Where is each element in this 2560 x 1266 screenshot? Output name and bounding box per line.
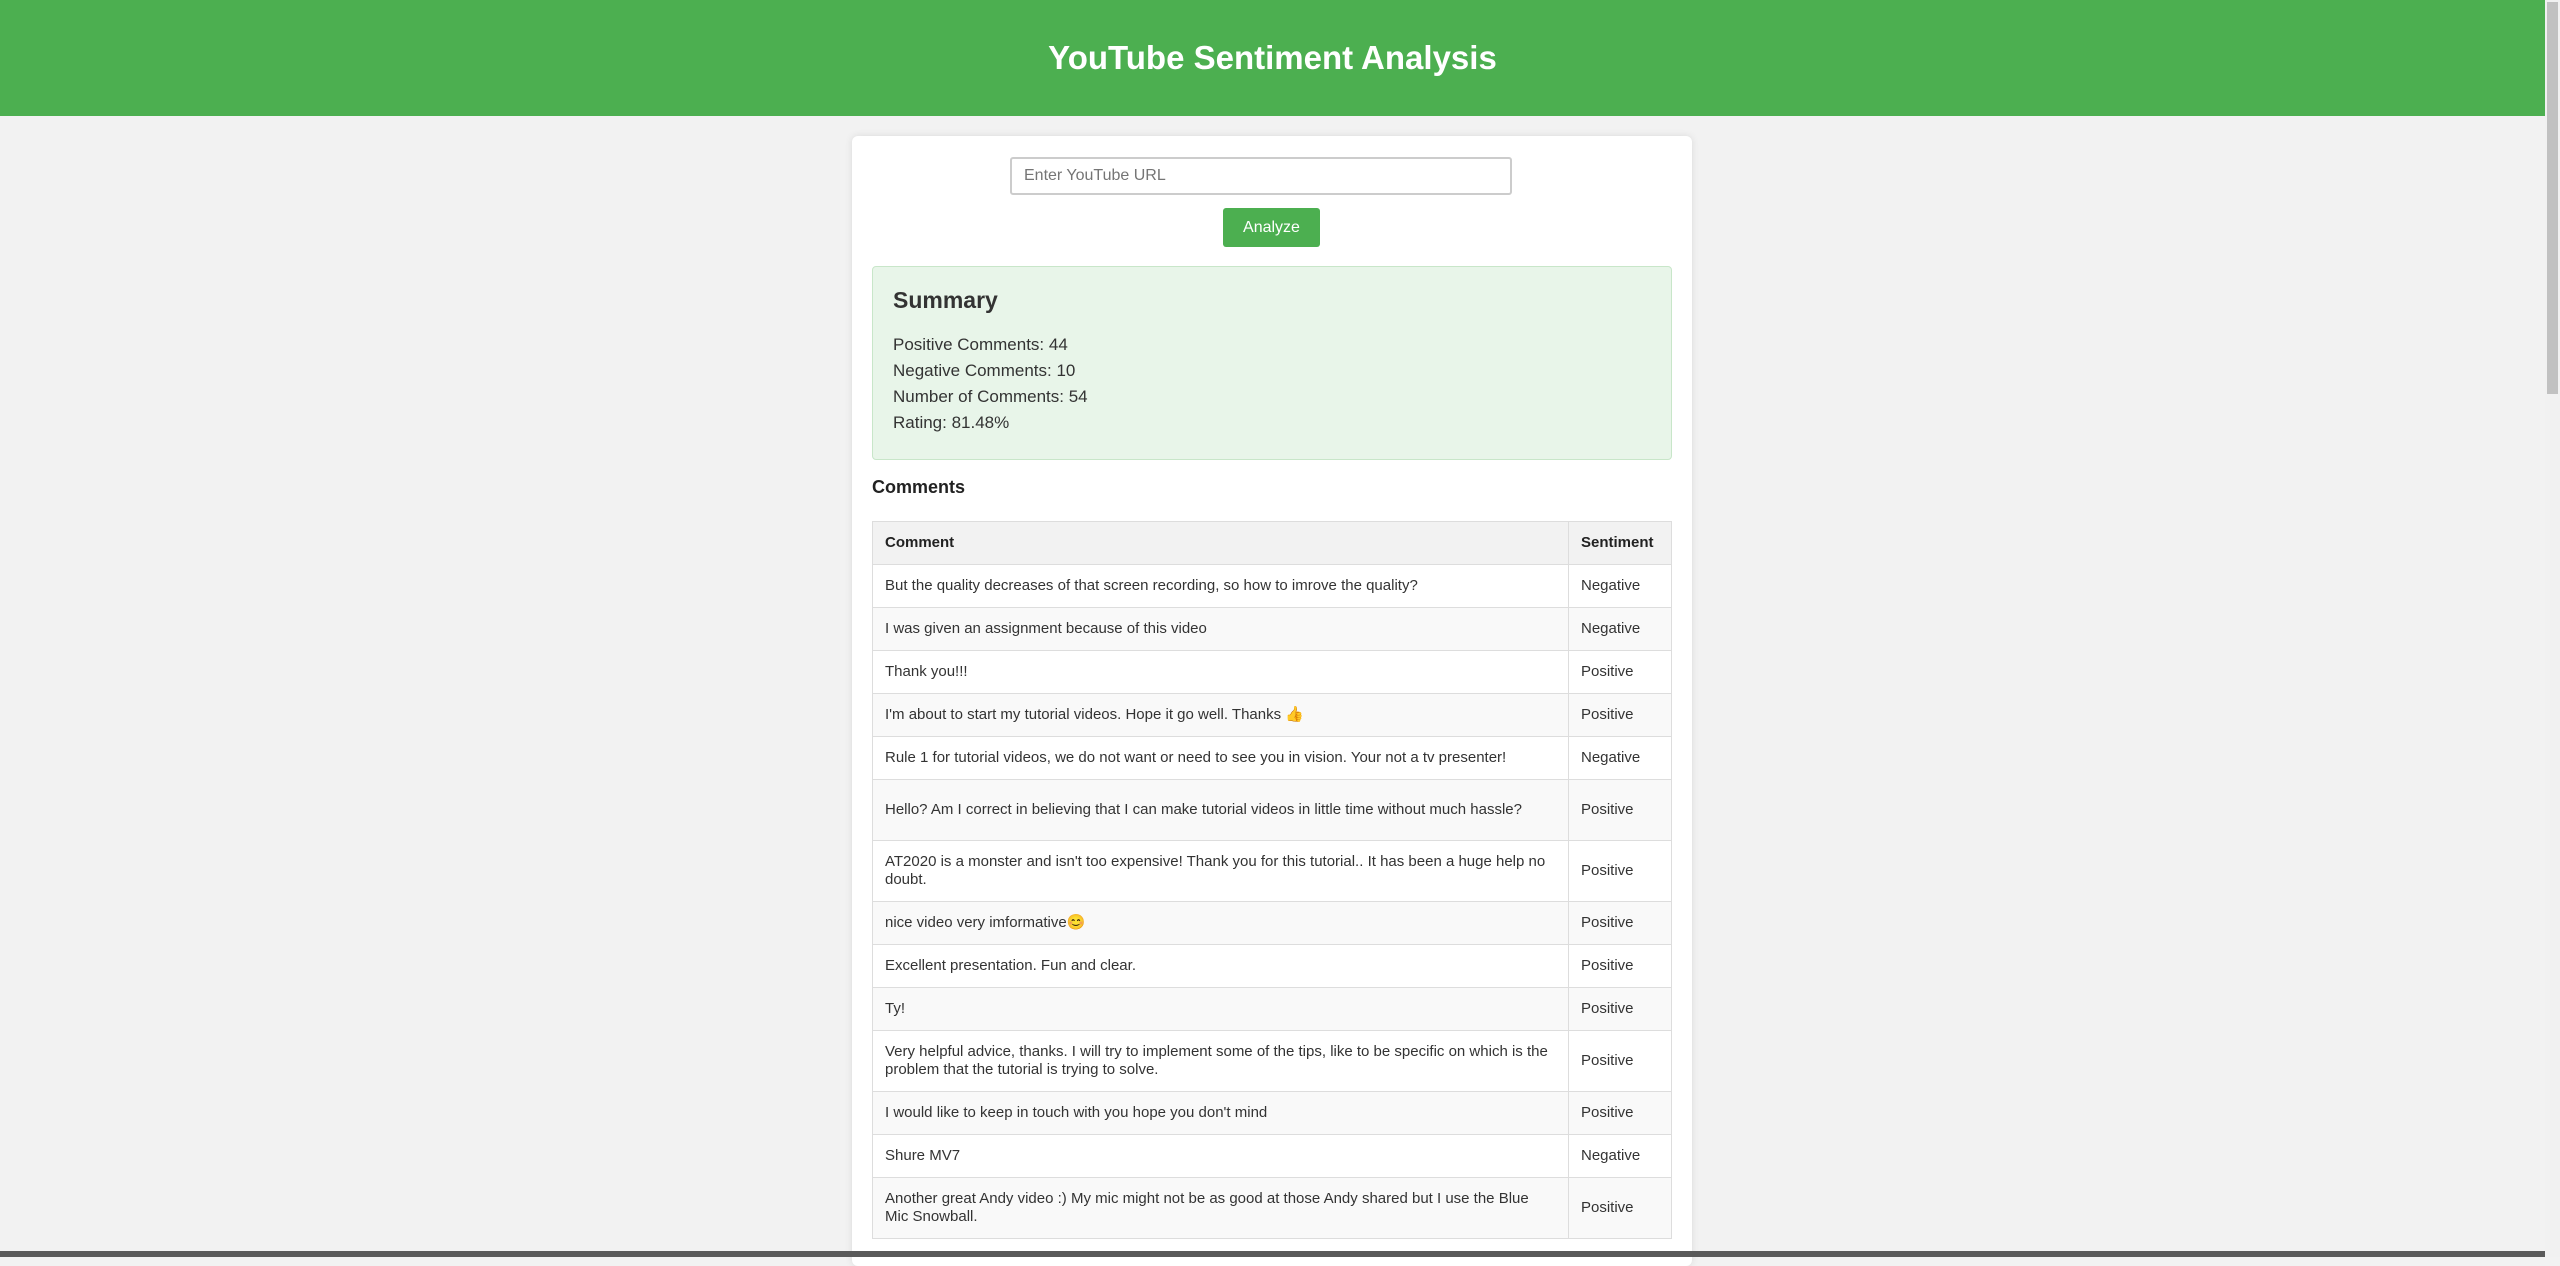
table-row: Another great Andy video :) My mic might… bbox=[872, 1177, 1672, 1239]
bottom-edge-bar bbox=[0, 1251, 2545, 1257]
comment-cell: I would like to keep in touch with you h… bbox=[872, 1091, 1569, 1135]
sentiment-cell: Positive bbox=[1568, 779, 1672, 841]
table-row: Excellent presentation. Fun and clear. P… bbox=[872, 944, 1672, 988]
main-card: Analyze Summary Positive Comments: 44 Ne… bbox=[852, 136, 1692, 1266]
table-row: Ty! Positive bbox=[872, 987, 1672, 1031]
page-header: YouTube Sentiment Analysis bbox=[0, 0, 2545, 116]
comment-cell: Ty! bbox=[872, 987, 1569, 1031]
comment-cell: Another great Andy video :) My mic might… bbox=[872, 1177, 1569, 1239]
column-header-comment: Comment bbox=[872, 521, 1569, 565]
comment-cell: Thank you!!! bbox=[872, 650, 1569, 694]
comment-cell: But the quality decreases of that screen… bbox=[872, 564, 1569, 608]
total-comments-count: Number of Comments: 54 bbox=[893, 387, 1088, 406]
comment-cell: nice video very imformative😊 bbox=[872, 901, 1569, 945]
youtube-url-input[interactable] bbox=[1010, 157, 1512, 195]
table-row: I was given an assignment because of thi… bbox=[872, 607, 1672, 651]
analyze-button[interactable]: Analyze bbox=[1223, 208, 1320, 247]
page-title: YouTube Sentiment Analysis bbox=[1048, 39, 1497, 76]
sentiment-cell: Positive bbox=[1568, 987, 1672, 1031]
summary-title: Summary bbox=[893, 287, 998, 313]
comment-cell: Excellent presentation. Fun and clear. bbox=[872, 944, 1569, 988]
sentiment-cell: Negative bbox=[1568, 1134, 1672, 1178]
positive-comments-count: Positive Comments: 44 bbox=[893, 335, 1068, 354]
table-row: Very helpful advice, thanks. I will try … bbox=[872, 1030, 1672, 1092]
comment-cell: AT2020 is a monster and isn't too expens… bbox=[872, 840, 1569, 902]
comments-title: Comments bbox=[872, 477, 966, 497]
table-row: nice video very imformative😊 Positive bbox=[872, 901, 1672, 945]
table-row: Rule 1 for tutorial videos, we do not wa… bbox=[872, 736, 1672, 780]
comment-cell: I'm about to start my tutorial videos. H… bbox=[872, 693, 1569, 737]
sentiment-cell: Positive bbox=[1568, 901, 1672, 945]
sentiment-cell: Positive bbox=[1568, 840, 1672, 902]
sentiment-cell: Positive bbox=[1568, 693, 1672, 737]
sentiment-cell: Negative bbox=[1568, 736, 1672, 780]
column-header-sentiment: Sentiment bbox=[1568, 521, 1672, 565]
sentiment-cell: Positive bbox=[1568, 1030, 1672, 1092]
comment-cell: Rule 1 for tutorial videos, we do not wa… bbox=[872, 736, 1569, 780]
sentiment-cell: Positive bbox=[1568, 650, 1672, 694]
table-row: Thank you!!! Positive bbox=[872, 650, 1672, 694]
table-row: Hello? Am I correct in believing that I … bbox=[872, 779, 1672, 841]
sentiment-cell: Positive bbox=[1568, 1091, 1672, 1135]
vertical-scrollbar[interactable] bbox=[2545, 0, 2560, 1257]
sentiment-cell: Negative bbox=[1568, 607, 1672, 651]
rating-value: Rating: 81.48% bbox=[893, 413, 1010, 432]
comment-cell: Very helpful advice, thanks. I will try … bbox=[872, 1030, 1569, 1092]
scrollbar-thumb[interactable] bbox=[2547, 2, 2558, 394]
sentiment-cell: Positive bbox=[1568, 944, 1672, 988]
comment-cell: I was given an assignment because of thi… bbox=[872, 607, 1569, 651]
table-row: Shure MV7 Negative bbox=[872, 1134, 1672, 1178]
summary-panel: Summary Positive Comments: 44 Negative C… bbox=[872, 266, 1672, 460]
comments-table: Comment Sentiment But the quality decrea… bbox=[872, 521, 1672, 1239]
comment-cell: Shure MV7 bbox=[872, 1134, 1569, 1178]
table-row: But the quality decreases of that screen… bbox=[872, 564, 1672, 608]
sentiment-cell: Negative bbox=[1568, 564, 1672, 608]
sentiment-cell: Positive bbox=[1568, 1177, 1672, 1239]
table-header-row: Comment Sentiment bbox=[872, 521, 1672, 565]
comment-cell: Hello? Am I correct in believing that I … bbox=[872, 779, 1569, 841]
table-row: AT2020 is a monster and isn't too expens… bbox=[872, 840, 1672, 902]
table-row: I'm about to start my tutorial videos. H… bbox=[872, 693, 1672, 737]
table-row: I would like to keep in touch with you h… bbox=[872, 1091, 1672, 1135]
negative-comments-count: Negative Comments: 10 bbox=[893, 361, 1076, 380]
